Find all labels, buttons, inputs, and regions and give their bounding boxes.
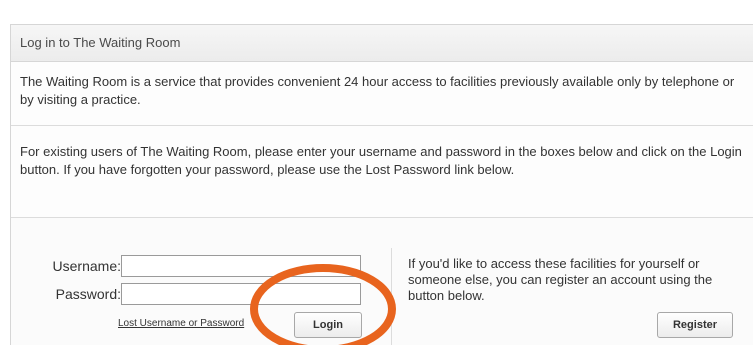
password-input[interactable]: [121, 283, 361, 305]
lost-username-password-link[interactable]: Lost Username or Password: [118, 318, 244, 329]
page: Log in to The Waiting Room The Waiting R…: [0, 0, 753, 345]
username-input[interactable]: [121, 255, 361, 277]
register-button[interactable]: Register: [657, 312, 733, 338]
panel-title: Log in to The Waiting Room: [20, 35, 181, 50]
divider: [391, 248, 392, 345]
panel-header: Log in to The Waiting Room: [11, 25, 753, 62]
password-label: Password:: [55, 286, 121, 302]
username-label: Username:: [52, 258, 121, 274]
instructions-section: For existing users of The Waiting Room, …: [11, 126, 753, 218]
register-text: If you'd like to access these facilities…: [408, 256, 713, 303]
intro-text: The Waiting Room is a service that provi…: [20, 74, 735, 107]
login-area: Username: Password: Lost Username or Pas…: [11, 218, 753, 345]
intro-section: The Waiting Room is a service that provi…: [11, 62, 753, 126]
login-button[interactable]: Login: [294, 312, 362, 338]
login-panel: Log in to The Waiting Room The Waiting R…: [10, 24, 753, 345]
instructions-text: For existing users of The Waiting Room, …: [20, 144, 742, 177]
